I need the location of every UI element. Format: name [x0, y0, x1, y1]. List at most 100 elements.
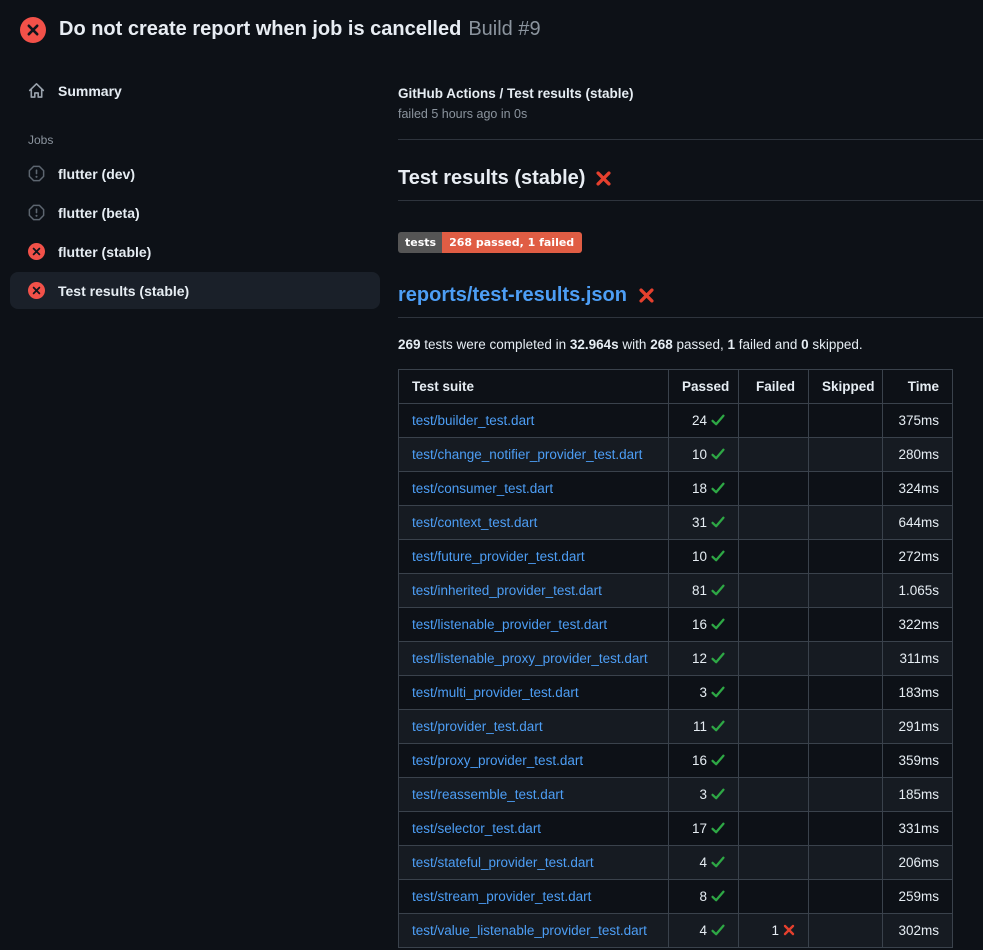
passed-cell: 4	[669, 913, 739, 947]
failed-cell	[739, 573, 809, 607]
suite-link[interactable]: test/change_notifier_provider_test.dart	[412, 447, 642, 462]
failed-cell	[739, 607, 809, 641]
failed-cell	[739, 403, 809, 437]
suite-link[interactable]: test/stream_provider_test.dart	[412, 889, 591, 904]
suite-cell: test/inherited_provider_test.dart	[399, 573, 669, 607]
suite-link[interactable]: test/proxy_provider_test.dart	[412, 753, 583, 768]
job-label: Test results (stable)	[58, 283, 189, 299]
build-number: Build #9	[468, 18, 540, 41]
report-heading: reports/test-results.json	[398, 284, 983, 318]
check-icon	[711, 550, 725, 562]
suite-link[interactable]: test/provider_test.dart	[412, 719, 543, 734]
failed-cell: 1	[739, 913, 809, 947]
suite-cell: test/listenable_proxy_provider_test.dart	[399, 641, 669, 675]
suite-link[interactable]: test/multi_provider_test.dart	[412, 685, 579, 700]
failed-circle-icon	[20, 17, 46, 43]
time-cell: 322ms	[883, 607, 953, 641]
sidebar-item-job[interactable]: Test results (stable)	[10, 272, 380, 309]
column-header: Passed	[669, 369, 739, 403]
skipped-cell	[809, 675, 883, 709]
time-cell: 183ms	[883, 675, 953, 709]
suite-cell: test/selector_test.dart	[399, 811, 669, 845]
check-icon	[711, 788, 725, 800]
suite-link[interactable]: test/stateful_provider_test.dart	[412, 855, 594, 870]
time-cell: 359ms	[883, 743, 953, 777]
sidebar-item-summary[interactable]: Summary	[10, 72, 380, 109]
failed-cell	[739, 743, 809, 777]
run-header: Do not create report when job is cancell…	[0, 0, 983, 56]
cancelled-octagon-icon	[28, 165, 45, 182]
section-heading: Test results (stable)	[398, 167, 983, 201]
suite-link[interactable]: test/consumer_test.dart	[412, 481, 553, 496]
check-icon	[711, 720, 725, 732]
check-icon	[711, 516, 725, 528]
suite-cell: test/provider_test.dart	[399, 709, 669, 743]
check-icon	[711, 618, 725, 630]
table-row: test/proxy_provider_test.dart16359ms	[399, 743, 953, 777]
failed-cross-icon	[595, 170, 612, 187]
failed-cell	[739, 471, 809, 505]
suite-link[interactable]: test/listenable_provider_test.dart	[412, 617, 607, 632]
skipped-cell	[809, 777, 883, 811]
suite-link[interactable]: test/listenable_proxy_provider_test.dart	[412, 651, 648, 666]
skipped-cell	[809, 879, 883, 913]
time-cell: 331ms	[883, 811, 953, 845]
passed-cell: 81	[669, 573, 739, 607]
table-row: test/future_provider_test.dart10272ms	[399, 539, 953, 573]
suite-cell: test/multi_provider_test.dart	[399, 675, 669, 709]
passed-cell: 3	[669, 675, 739, 709]
suite-link[interactable]: test/value_listenable_provider_test.dart	[412, 923, 647, 938]
suite-link[interactable]: test/future_provider_test.dart	[412, 549, 585, 564]
passed-cell: 24	[669, 403, 739, 437]
table-header-row: Test suitePassedFailedSkippedTime	[399, 369, 953, 403]
failed-circle-icon	[28, 282, 45, 299]
column-header: Failed	[739, 369, 809, 403]
skipped-cell	[809, 403, 883, 437]
sidebar-item-job[interactable]: flutter (beta)	[10, 194, 380, 231]
job-label: flutter (dev)	[58, 166, 135, 182]
cancelled-octagon-icon	[28, 204, 45, 221]
skipped-cell	[809, 539, 883, 573]
skipped-cell	[809, 471, 883, 505]
table-row: test/listenable_provider_test.dart 16 322m…	[399, 607, 953, 641]
jobs-list: flutter (dev) flutter (beta) flutter (stab…	[0, 155, 390, 309]
suite-link[interactable]: test/inherited_provider_test.dart	[412, 583, 602, 598]
failed-cell	[739, 675, 809, 709]
table-row: test/change_notifier_provider_test.dart1…	[399, 437, 953, 471]
column-header: Skipped	[809, 369, 883, 403]
sidebar: Summary Jobs flutter (dev)flutter (beta)…	[0, 56, 390, 311]
sidebar-item-job[interactable]: flutter (stable)	[10, 233, 380, 270]
column-header: Test suite	[399, 369, 669, 403]
job-label: flutter (beta)	[58, 205, 140, 221]
table-row: test/context_test.dart31644ms	[399, 505, 953, 539]
suite-cell: test/change_notifier_provider_test.dart	[399, 437, 669, 471]
time-cell: 311ms	[883, 641, 953, 675]
skipped-cell	[809, 811, 883, 845]
skipped-cell	[809, 607, 883, 641]
suite-cell: test/builder_test.dart	[399, 403, 669, 437]
suite-cell: test/value_listenable_provider_test.dart	[399, 913, 669, 947]
tests-badge-label: tests	[398, 232, 442, 253]
failed-cell	[739, 709, 809, 743]
suite-link[interactable]: test/selector_test.dart	[412, 821, 541, 836]
failed-cell	[739, 641, 809, 675]
table-row: test/multi_provider_test.dart 3 183ms	[399, 675, 953, 709]
sidebar-item-job[interactable]: flutter (dev)	[10, 155, 380, 192]
check-icon	[711, 924, 725, 936]
passed-cell: 4	[669, 845, 739, 879]
suite-link[interactable]: test/builder_test.dart	[412, 413, 534, 428]
table-row: test/listenable_proxy_provider_test.dart…	[399, 641, 953, 675]
passed-cell: 17	[669, 811, 739, 845]
suite-link[interactable]: test/reassemble_test.dart	[412, 787, 564, 802]
cross-icon	[783, 924, 795, 936]
suite-cell: test/proxy_provider_test.dart	[399, 743, 669, 777]
check-icon	[711, 482, 725, 494]
check-icon	[711, 584, 725, 596]
table-row: test/selector_test.dart 17 331ms	[399, 811, 953, 845]
report-file-link[interactable]: reports/test-results.json	[398, 284, 627, 307]
passed-cell: 16	[669, 607, 739, 641]
failed-cell	[739, 505, 809, 539]
passed-cell: 31	[669, 505, 739, 539]
passed-cell: 10	[669, 539, 739, 573]
suite-link[interactable]: test/context_test.dart	[412, 515, 537, 530]
